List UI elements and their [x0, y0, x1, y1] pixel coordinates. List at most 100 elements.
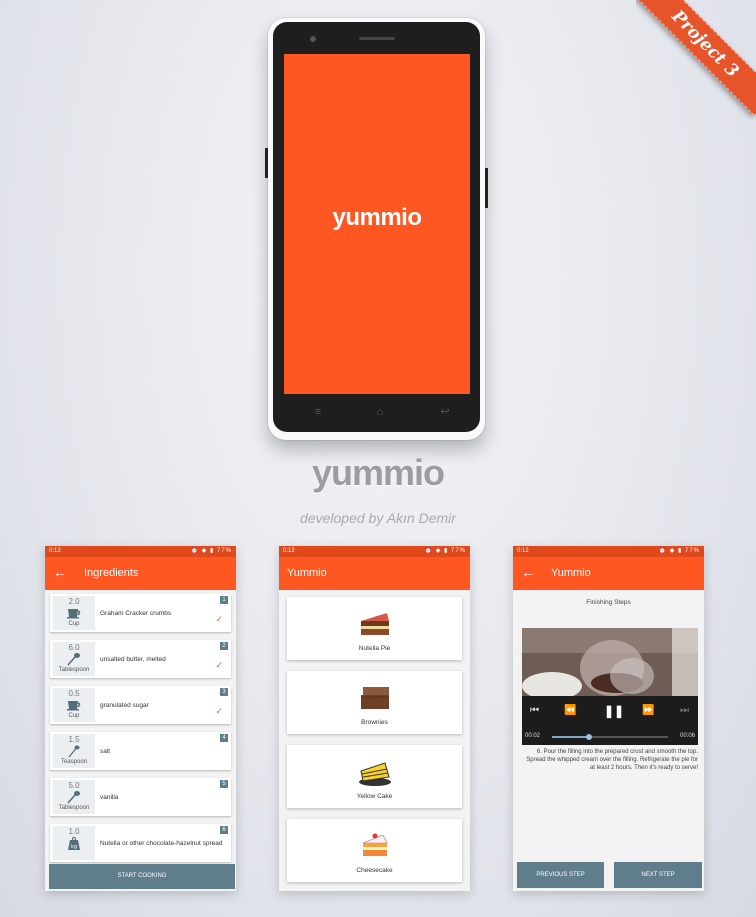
status-time: 0:12 [49, 548, 61, 554]
cup-icon [66, 606, 82, 620]
cake-icon [359, 762, 391, 786]
ingredient-card[interactable]: 1.5 Teaspoon salt 4 [50, 732, 231, 770]
ingredient-index: 6 [220, 826, 228, 834]
recipe-card[interactable]: Yellow Cake [287, 745, 462, 808]
recipe-card[interactable]: Cheesecake [287, 819, 462, 882]
app-bar: ← Ingredients [45, 557, 236, 590]
current-time: 00:02 [525, 733, 541, 739]
quantity-unit: Cup [68, 621, 80, 627]
next-step-button[interactable]: NEXT STEP [614, 862, 702, 888]
tablespoon-icon [66, 790, 82, 804]
recipes-screen: 0:12 ⏰ ◆ ▮ 77% Yummio Nutella Pie Browni… [279, 546, 470, 891]
ingredient-card[interactable]: 0.5 Cup granulated sugar 3 ✓ [50, 686, 231, 724]
quantity-box: 2.0 Cup [53, 596, 95, 630]
status-time: 0:12 [283, 548, 295, 554]
ingredient-name: Graham Cracker crumbs [100, 610, 172, 617]
ingredient-index: 3 [220, 688, 228, 696]
video-controls: ⏮ ⏪ ❚❚ ⏩ ⏭ 00:02 00:06 [522, 696, 698, 745]
back-arrow-icon[interactable]: ← [53, 564, 67, 580]
recipe-card[interactable]: Brownies [287, 671, 462, 734]
phone-body: yummio ≡ ⌂ ↩ [273, 22, 480, 432]
ingredient-index: 1 [220, 596, 228, 604]
app-bar: ← Yummio [513, 557, 704, 590]
step-description: 6. Pour the filling into the prepared cr… [526, 749, 698, 771]
recipe-name: Yellow Cake [356, 793, 393, 800]
status-bar: 0:12 ⏰ ◆ ▮ 77% [45, 546, 236, 557]
phone-side-button [265, 148, 268, 178]
weight-icon: kg [66, 836, 82, 850]
screen-title: Yummio [551, 567, 591, 579]
check-icon[interactable]: ✓ [215, 614, 223, 625]
back-icon[interactable]: ↩ [438, 407, 452, 418]
fast-forward-icon[interactable]: ⏩ [642, 705, 654, 716]
quantity-box: 1.0 kg [53, 826, 95, 860]
quantity-value: 1.0 [68, 827, 80, 836]
quantity-value: 6.0 [68, 643, 80, 652]
check-icon[interactable]: ✓ [215, 706, 223, 717]
quantity-box: 6.0 Tablespoon [53, 642, 95, 676]
status-bar: 0:12 ⏰ ◆ ▮ 77% [279, 546, 470, 557]
skip-next-icon[interactable]: ⏭ [680, 705, 689, 716]
status-battery: ⏰ ◆ ▮ 77% [658, 548, 700, 554]
ribbon-label: Project 3 [636, 0, 756, 116]
recipe-name: Cheesecake [356, 867, 393, 874]
quantity-box: 0.5 Cup [53, 688, 95, 722]
front-camera [310, 36, 316, 42]
cup-icon [66, 698, 82, 712]
ingredient-index: 5 [220, 780, 228, 788]
project-ribbon: Project 3 [636, 0, 756, 120]
pause-icon[interactable]: ❚❚ [604, 704, 624, 718]
cheesecake-icon [362, 833, 388, 856]
ingredients-screen: 0:12 ⏰ ◆ ▮ 77% ← Ingredients 2.0 Cup Graha… [45, 546, 236, 891]
quantity-unit: Cup [68, 713, 80, 719]
brownie-icon [361, 687, 389, 709]
quantity-value: 0.5 [68, 689, 80, 698]
back-arrow-icon[interactable]: ← [521, 564, 535, 580]
quantity-value: 2.0 [68, 597, 80, 606]
ingredient-index: 4 [220, 734, 228, 742]
ingredient-card[interactable]: 6.0 Tablespoon unsalted butter, melted 2 ✓ [50, 640, 231, 678]
check-icon[interactable]: ✓ [215, 660, 223, 671]
ingredient-index: 2 [220, 642, 228, 650]
step-title: Finishing Steps [586, 599, 631, 606]
recipe-name: Nutella Pie [358, 645, 391, 652]
skip-previous-icon[interactable]: ⏮ [530, 705, 539, 716]
ingredient-name: granulated sugar [100, 702, 149, 709]
teaspoon-icon [66, 744, 82, 758]
ingredient-name: unsalted butter, melted [100, 656, 166, 663]
quantity-box: 5.0 Tablespoon [53, 780, 95, 814]
steps-screen: 0:12 ⏰ ◆ ▮ 77% ← Yummio Finishing Steps … [513, 546, 704, 891]
status-bar: 0:12 ⏰ ◆ ▮ 77% [513, 546, 704, 557]
ingredient-card[interactable]: 5.0 Tablespoon vanilla 5 [50, 778, 231, 816]
developer-credit: developed by Akın Demir [300, 510, 456, 526]
seek-thumb[interactable] [586, 734, 593, 740]
rewind-icon[interactable]: ⏪ [564, 705, 576, 716]
quantity-unit: Tablespoon [58, 667, 90, 673]
total-time: 00:06 [679, 733, 695, 739]
tablespoon-icon [66, 652, 82, 666]
splash-screen: yummio [284, 54, 470, 394]
quantity-box: 1.5 Teaspoon [53, 734, 95, 768]
phone-mockup: yummio ≡ ⌂ ↩ [265, 18, 488, 440]
video-frame [522, 628, 698, 696]
home-icon[interactable]: ⌂ [373, 407, 387, 418]
quantity-unit: Teaspoon [60, 759, 88, 765]
menu-icon[interactable]: ≡ [311, 407, 325, 418]
seek-bar[interactable] [552, 734, 668, 740]
ingredient-card[interactable]: 2.0 Cup Graham Cracker crumbs 1 ✓ [50, 594, 231, 632]
ingredient-card[interactable]: 1.0 kg Nutella or other chocolate-hazelnut… [50, 824, 231, 862]
speaker [359, 37, 395, 40]
app-title: yummio [311, 452, 445, 493]
splash-title: yummio [332, 204, 422, 231]
status-battery: ⏰ ◆ ▮ 77% [190, 548, 232, 554]
quantity-unit: Tablespoon [58, 805, 90, 811]
recipe-card[interactable]: Nutella Pie [287, 597, 462, 660]
video-player[interactable]: ⏮ ⏪ ❚❚ ⏩ ⏭ 00:02 00:06 [522, 628, 698, 745]
recipe-name: Brownies [361, 719, 388, 726]
ingredient-name: vanilla [100, 794, 119, 801]
app-bar: Yummio [279, 557, 470, 590]
status-battery: ⏰ ◆ ▮ 77% [424, 548, 466, 554]
svg-text:kg: kg [71, 844, 77, 850]
previous-step-button[interactable]: PREVIOUS STEP [517, 862, 604, 888]
start-cooking-button[interactable]: START COOKING [49, 864, 235, 889]
